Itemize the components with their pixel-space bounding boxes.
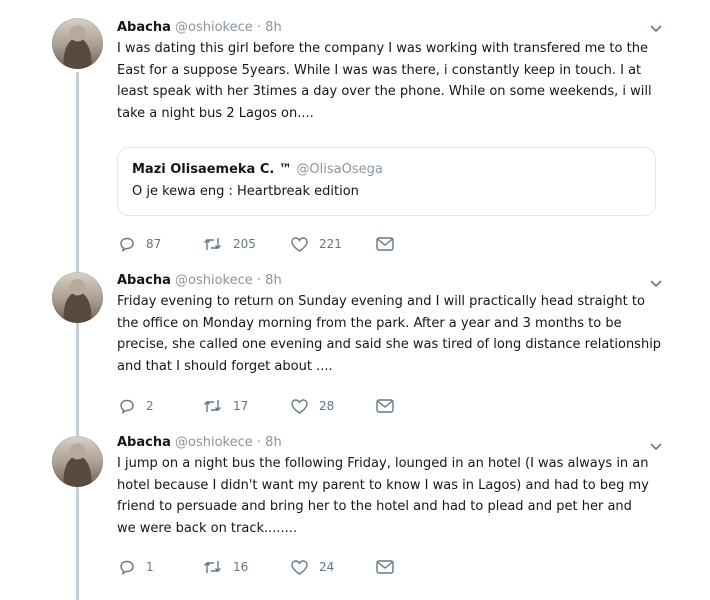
author-name[interactable]: Abacha [117,435,171,450]
tweet-text: Friday evening to return on Sunday eveni… [117,291,662,377]
tweet-text-line: we were back on track........ [117,520,298,536]
like-button[interactable]: 24 [291,557,334,577]
retweet-count: 17 [233,399,249,413]
like-count: 221 [319,237,342,251]
quoted-text: O je kewa eng : Heartbreak edition [132,184,359,199]
author-handle[interactable]: @oshiokece [175,435,253,450]
author-name[interactable]: Abacha [117,20,171,35]
quoted-tweet[interactable]: Mazi Olisaemeka C. ™ @OlisaOsega O je ke… [117,147,656,216]
chevron-down-icon[interactable] [650,22,662,36]
message-button[interactable] [376,557,394,577]
retweet-icon [204,400,221,412]
tweet-text: I was dating this girl before the compan… [117,38,662,124]
tweet-text-line: I was dating this girl before the compan… [117,41,648,56]
retweet-button[interactable]: 205 [203,234,256,254]
heart-icon [291,398,308,414]
reply-button[interactable]: 1 [119,557,154,577]
tweet-text-line: East for a suppose 5years. While I was w… [117,62,642,78]
tweet-text-line: take a night bus 2 Lagos on.... [117,105,314,121]
envelope-icon [376,560,394,574]
tweet-text-line: friend to persuade and bring her to the … [117,499,632,515]
tweet-text-line: precise, she called one evening and said… [117,337,662,353]
envelope-icon [376,237,394,251]
avatar[interactable] [52,436,103,487]
tweet-header: Abacha @oshiokece · 8h [117,273,282,288]
message-button[interactable] [376,234,394,254]
chevron-down-icon[interactable] [650,277,662,291]
like-count: 24 [319,560,335,574]
heart-icon [291,236,308,252]
retweet-button[interactable]: 16 [203,557,248,577]
quoted-author: Mazi Olisaemeka C. ™ @OlisaOsega [132,162,383,177]
reply-icon [120,237,134,252]
reply-button[interactable]: 87 [119,234,161,254]
message-button[interactable] [376,396,394,416]
tweet-text-line: Friday evening to return on Sunday eveni… [117,294,645,309]
tweet-text: I jump on a night bus the following Frid… [117,453,662,539]
like-count: 28 [319,399,335,413]
retweet-count: 205 [233,237,256,251]
reply-button[interactable]: 2 [119,396,154,416]
retweet-icon [204,561,221,573]
avatar[interactable] [52,272,103,323]
tweet-text-line: I jump on a night bus the following Frid… [117,456,649,471]
retweet-count: 16 [233,560,249,574]
reply-count: 1 [146,560,154,574]
tweet-time[interactable]: · 8h [257,273,282,288]
tweet-header: Abacha @oshiokece · 8h [117,20,282,35]
author-name[interactable]: Abacha [117,273,171,288]
retweet-icon [204,238,221,250]
tweet-header: Abacha @oshiokece · 8h [117,435,282,450]
tweet-time[interactable]: · 8h [257,20,282,35]
reply-count: 87 [146,237,162,251]
quoted-author-handle: @OlisaOsega [296,162,383,177]
tweet-text-line: and that I should forget about .... [117,358,333,374]
like-button[interactable]: 221 [291,234,342,254]
chevron-down-icon[interactable] [650,440,662,454]
tweet-text-line: hotel because I didn't want my parent to… [117,477,649,493]
thread-line [76,72,79,600]
author-handle[interactable]: @oshiokece [175,273,253,288]
heart-icon [291,559,308,575]
reply-icon [120,399,134,414]
envelope-icon [376,399,394,413]
reply-icon [120,560,134,575]
retweet-button[interactable]: 17 [203,396,248,416]
reply-count: 2 [146,399,154,413]
author-handle[interactable]: @oshiokece [175,20,253,35]
tweet-text-line: the office on Monday morning from the pa… [117,315,622,331]
like-button[interactable]: 28 [291,396,334,416]
tweet-text-line: least speak with her 3times a day over t… [117,84,652,100]
avatar[interactable] [52,18,103,69]
quoted-author-name: Mazi Olisaemeka C. ™ [132,162,292,177]
tweet-time[interactable]: · 8h [257,435,282,450]
